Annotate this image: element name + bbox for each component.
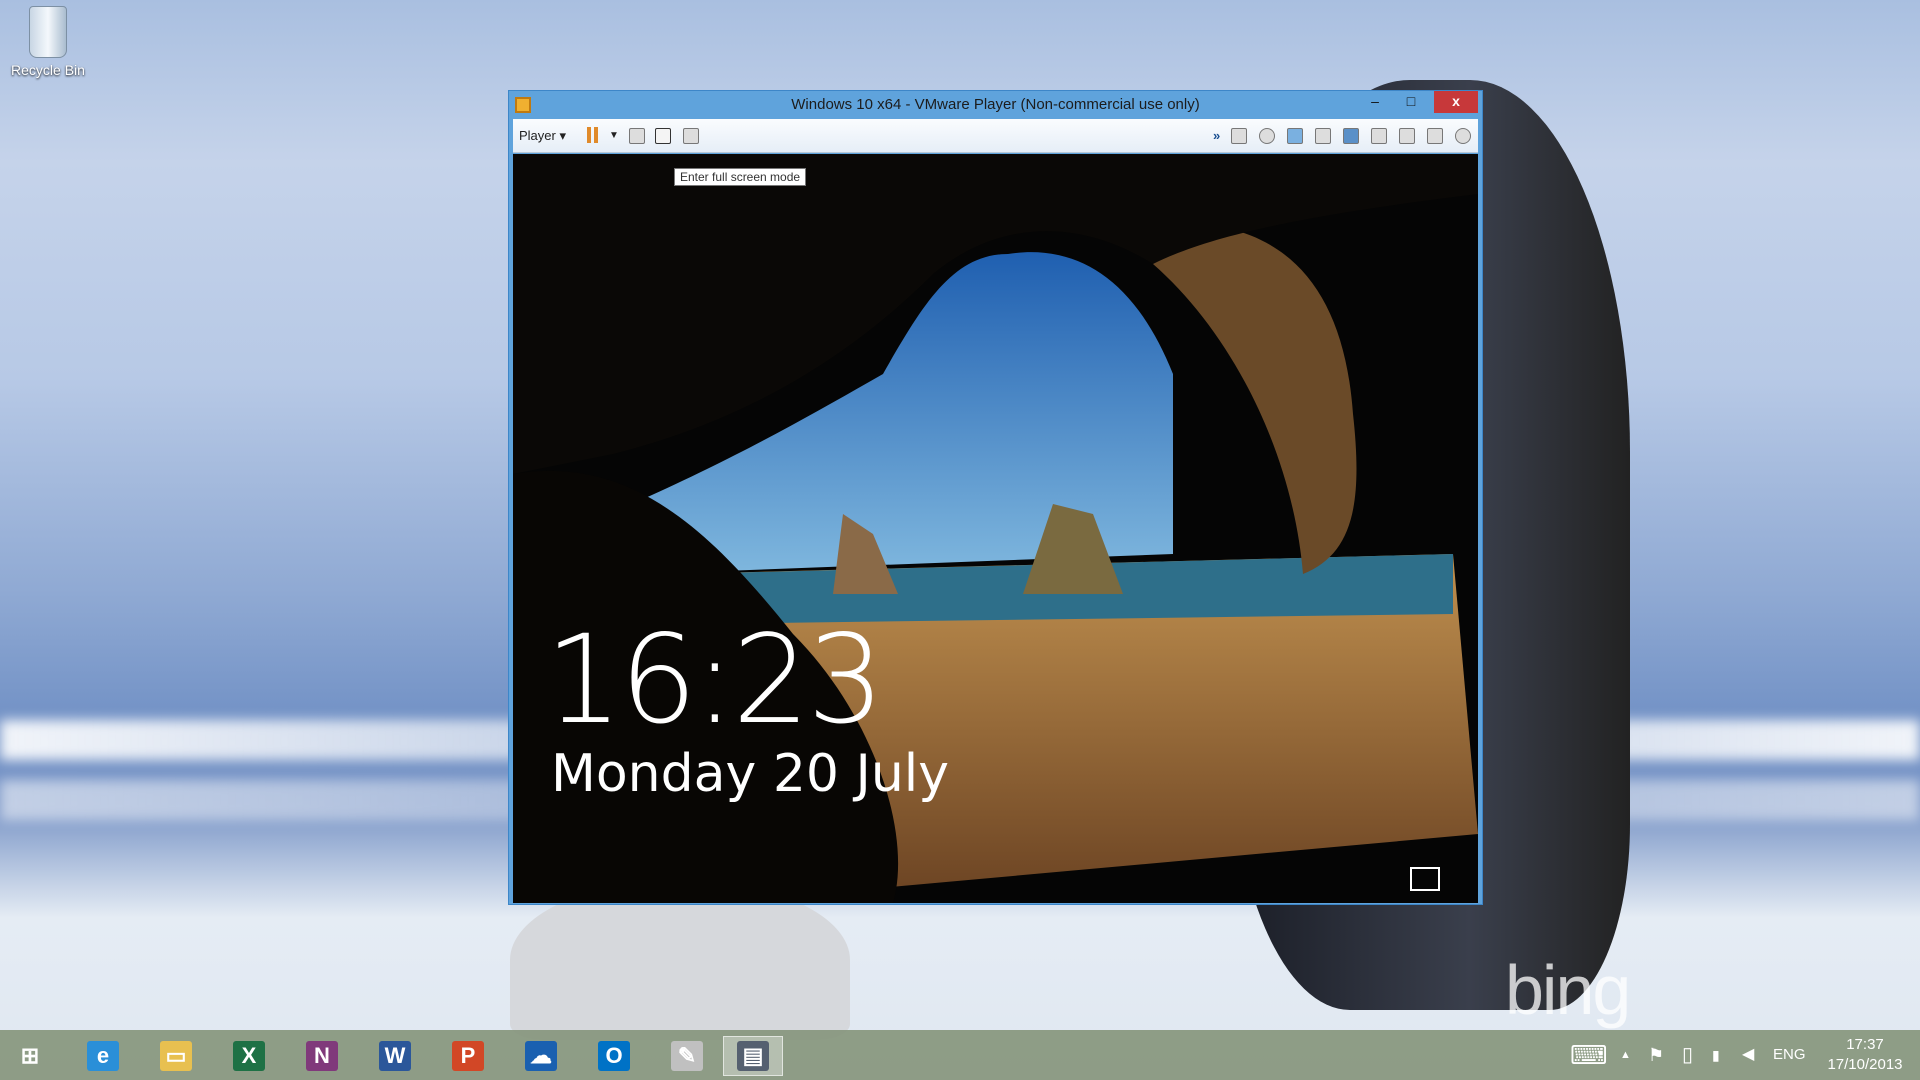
- unity-icon[interactable]: [683, 128, 699, 144]
- word-icon: W: [379, 1041, 411, 1071]
- language-indicator[interactable]: ENG: [1773, 1030, 1806, 1080]
- excel-icon: X: [233, 1041, 265, 1071]
- onedrive-icon: ☁: [525, 1041, 557, 1071]
- taskbar-onedrive[interactable]: ☁: [511, 1036, 571, 1076]
- more-devices-icon[interactable]: »: [1213, 126, 1220, 146]
- title-bar[interactable]: Windows 10 x64 - VMware Player (Non-comm…: [509, 91, 1482, 119]
- volume-icon[interactable]: ◀: [1742, 1030, 1754, 1080]
- display-icon[interactable]: [1427, 128, 1443, 144]
- tray-clock[interactable]: 17:37 17/10/2013: [1820, 1030, 1910, 1080]
- file-explorer-icon: ▭: [160, 1041, 192, 1071]
- powerpoint-icon: P: [452, 1041, 484, 1071]
- cd-dvd-icon[interactable]: [1259, 128, 1275, 144]
- toolbar: Player ▾ ▼ »: [513, 119, 1478, 153]
- player-menu[interactable]: Player ▾: [519, 126, 566, 146]
- vm-lock-screen[interactable]: 16:23 Monday 20 July: [513, 154, 1478, 903]
- minimize-button[interactable]: –: [1360, 91, 1390, 113]
- taskbar-outlook[interactable]: O: [584, 1036, 644, 1076]
- recycle-bin[interactable]: Recycle Bin: [8, 6, 88, 78]
- taskbar-internet-explorer[interactable]: e: [73, 1036, 133, 1076]
- action-center-flag-icon[interactable]: ⚑: [1648, 1030, 1664, 1080]
- bing-watermark: bing: [1505, 951, 1631, 1029]
- taskbar-excel[interactable]: X: [219, 1036, 279, 1076]
- signal-icon[interactable]: ▮: [1712, 1030, 1720, 1080]
- recycle-bin-label: Recycle Bin: [11, 62, 85, 78]
- taskbar: ⊞ e ▭ X N W P ☁ O ✎ ▤ ⌨ ▲ ⚑ ▯ ▮ ◀ ENG 17:37 17/10/2013: [0, 1030, 1920, 1080]
- webcam-icon[interactable]: [1455, 128, 1471, 144]
- vmware-app-icon[interactable]: [515, 97, 531, 113]
- lock-screen-date: Monday 20 July: [551, 744, 950, 804]
- close-button[interactable]: x: [1434, 91, 1478, 113]
- pause-dropdown[interactable]: ▼: [609, 126, 619, 146]
- network-adapter-icon[interactable]: [1287, 128, 1303, 144]
- taskbar-start[interactable]: ⊞: [0, 1036, 60, 1076]
- battery-icon[interactable]: ▯: [1682, 1030, 1693, 1080]
- taskbar-word[interactable]: W: [365, 1036, 425, 1076]
- tray-time: 17:37: [1846, 1036, 1884, 1053]
- vmware-player-window: Windows 10 x64 - VMware Player (Non-comm…: [508, 90, 1483, 905]
- send-ctrl-alt-del-icon[interactable]: [629, 128, 645, 144]
- onenote-icon: N: [306, 1041, 338, 1071]
- tooltip: Enter full screen mode: [674, 168, 807, 186]
- outlook-icon: O: [598, 1041, 630, 1071]
- internet-explorer-icon: e: [87, 1041, 119, 1071]
- vmware-player-icon: ▤: [737, 1041, 769, 1071]
- fullscreen-icon[interactable]: [655, 128, 671, 144]
- keyboard-icon[interactable]: ⌨: [1570, 1030, 1608, 1080]
- taskbar-powerpoint[interactable]: P: [438, 1036, 498, 1076]
- network-status-icon[interactable]: [1410, 867, 1440, 891]
- lock-screen-time: 16:23: [545, 609, 885, 751]
- hard-disk-icon[interactable]: [1231, 128, 1247, 144]
- tray-date: 17/10/2013: [1827, 1056, 1903, 1073]
- show-hidden-icons[interactable]: ▲: [1620, 1030, 1631, 1080]
- taskbar-file-explorer[interactable]: ▭: [146, 1036, 206, 1076]
- pause-icon[interactable]: [587, 127, 591, 143]
- maximize-button[interactable]: □: [1396, 91, 1426, 113]
- taskbar-onenote[interactable]: N: [292, 1036, 352, 1076]
- paint-icon: ✎: [671, 1041, 703, 1071]
- window-title: Windows 10 x64 - VMware Player (Non-comm…: [791, 96, 1200, 113]
- taskbar-paint[interactable]: ✎: [657, 1036, 717, 1076]
- taskbar-vmware-player[interactable]: ▤: [723, 1036, 783, 1076]
- recycle-bin-icon: [29, 6, 67, 58]
- sound-card-icon[interactable]: [1343, 128, 1359, 144]
- printer-icon[interactable]: [1315, 128, 1331, 144]
- floppy-2-icon[interactable]: [1399, 128, 1415, 144]
- floppy-icon[interactable]: [1371, 128, 1387, 144]
- start-icon: ⊞: [20, 1043, 40, 1068]
